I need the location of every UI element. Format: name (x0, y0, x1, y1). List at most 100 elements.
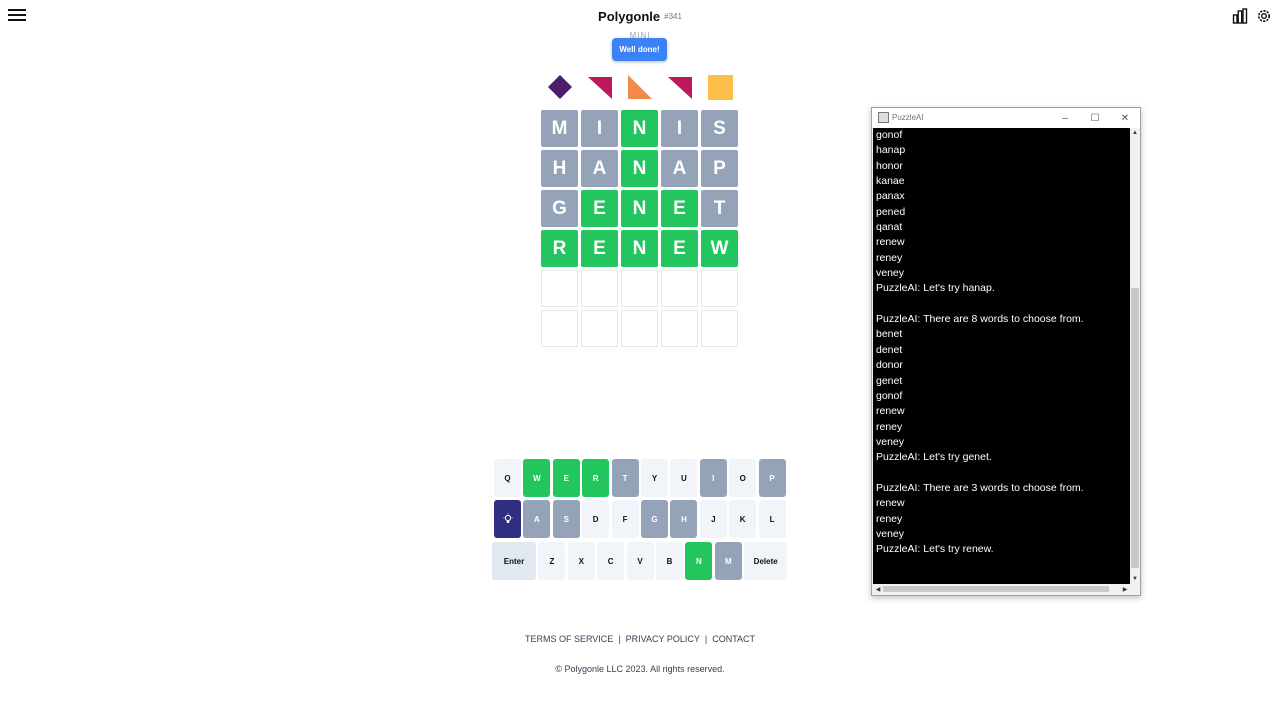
vertical-scrollbar[interactable]: ▲ ▼ (1130, 128, 1140, 584)
console-line: genet (876, 374, 903, 387)
grid-tile: S (701, 110, 738, 147)
window-titlebar[interactable]: PuzzleAI – ☐ ✕ (872, 108, 1140, 128)
footer-separator: | (618, 634, 621, 644)
console-line: veney (876, 435, 905, 448)
console-line: PuzzleAI: Let's try hanap. (876, 282, 995, 295)
vertical-scroll-thumb[interactable] (1131, 288, 1139, 568)
success-toast: Well done! (612, 38, 667, 61)
console-line: honor (876, 159, 903, 172)
grid-tile: T (701, 190, 738, 227)
console-line: reney (876, 251, 903, 264)
scroll-right-icon[interactable]: ▶ (1120, 584, 1130, 594)
gear-icon (1258, 10, 1270, 22)
console-line: qanat (876, 221, 903, 234)
key-h[interactable]: H (670, 500, 698, 538)
close-button[interactable]: ✕ (1112, 110, 1138, 126)
minimize-button[interactable]: – (1052, 110, 1078, 126)
key-k[interactable]: K (729, 500, 757, 538)
console-line: donor (876, 359, 903, 372)
horizontal-scroll-thumb[interactable] (883, 586, 1109, 592)
scroll-down-icon[interactable]: ▼ (1130, 574, 1140, 584)
console-line: reney (876, 512, 903, 525)
console-line: renew (876, 405, 905, 418)
key-u[interactable]: U (670, 459, 698, 497)
key-q[interactable]: Q (494, 459, 521, 497)
lightbulb-icon (503, 513, 512, 523)
delete-key[interactable]: Delete (744, 542, 788, 580)
triangle-bottom-left-shape (627, 74, 653, 100)
console-line: denet (876, 343, 903, 356)
grid-tile: E (581, 230, 618, 267)
console-line: kanae (876, 175, 905, 188)
console-line: reney (876, 420, 903, 433)
key-b[interactable]: B (656, 542, 683, 580)
horizontal-scrollbar[interactable]: ◀ ▶ (873, 584, 1130, 594)
grid-tile (581, 310, 618, 347)
maximize-button[interactable]: ☐ (1082, 110, 1108, 126)
key-z[interactable]: Z (538, 542, 566, 580)
terms-link[interactable]: TERMS OF SERVICE (525, 634, 613, 644)
console-line: gonof (876, 389, 903, 402)
settings-button[interactable] (1256, 8, 1272, 24)
puzzleai-window[interactable]: PuzzleAI – ☐ ✕ gonof hanap honor kanae panax… (871, 107, 1141, 596)
grid-tile: E (661, 230, 698, 267)
key-a[interactable]: A (523, 500, 551, 538)
grid-tile: M (541, 110, 578, 147)
key-v[interactable]: V (626, 542, 654, 580)
key-g[interactable]: G (641, 500, 668, 538)
privacy-link[interactable]: PRIVACY POLICY (626, 634, 700, 644)
grid-tile (661, 270, 698, 307)
grid-tile: N (621, 190, 658, 227)
grid-tile (701, 270, 738, 307)
app-icon (878, 112, 889, 123)
console-line: gonof (876, 129, 903, 141)
console-output[interactable]: gonof hanap honor kanae panax pened qanat renew… (873, 128, 1130, 584)
key-m[interactable]: M (714, 542, 742, 580)
key-p[interactable]: P (758, 459, 786, 497)
console-line: panax (876, 190, 905, 203)
contact-link[interactable]: CONTACT (712, 634, 755, 644)
grid-tile: G (541, 190, 578, 227)
console-line: benet (876, 328, 903, 341)
key-o[interactable]: O (729, 459, 757, 497)
puzzle-number: #341 (664, 12, 682, 21)
key-j[interactable]: J (699, 500, 727, 538)
grid-tile: A (661, 150, 698, 187)
grid-tile (621, 310, 658, 347)
triangle-top-right-shape (667, 74, 693, 100)
close-icon: ✕ (1120, 112, 1130, 124)
minimize-icon: – (1062, 112, 1068, 124)
key-e[interactable]: E (552, 459, 580, 497)
grid-tile: I (661, 110, 698, 147)
console-line: PuzzleAI: Let's try renew. (876, 543, 994, 556)
grid-tile: N (621, 150, 658, 187)
copyright: © Polygonle LLC 2023. All rights reserve… (555, 664, 725, 674)
console-line: hanap (876, 144, 906, 157)
key-l[interactable]: L (758, 500, 786, 538)
grid-tile (621, 270, 658, 307)
enter-key[interactable]: Enter (492, 542, 536, 580)
bar-chart-icon (1232, 8, 1248, 24)
key-x[interactable]: X (567, 542, 595, 580)
hint-key[interactable] (494, 500, 521, 538)
console-line: renew (876, 236, 905, 249)
key-y[interactable]: Y (641, 459, 668, 497)
grid-tile: E (661, 190, 698, 227)
key-f[interactable]: F (611, 500, 639, 538)
grid-tile (661, 310, 698, 347)
stats-button[interactable] (1232, 8, 1248, 24)
key-t[interactable]: T (611, 459, 639, 497)
scroll-left-icon[interactable]: ◀ (873, 584, 883, 594)
key-d[interactable]: D (582, 500, 610, 538)
key-s[interactable]: S (552, 500, 580, 538)
key-c[interactable]: C (597, 542, 625, 580)
console-line: veney (876, 527, 905, 540)
key-w[interactable]: W (523, 459, 551, 497)
key-i[interactable]: I (699, 459, 727, 497)
key-r[interactable]: R (582, 459, 610, 497)
key-n[interactable]: N (685, 542, 713, 580)
scroll-up-icon[interactable]: ▲ (1130, 128, 1140, 138)
console-line: PuzzleAI: Let's try genet. (876, 451, 992, 464)
